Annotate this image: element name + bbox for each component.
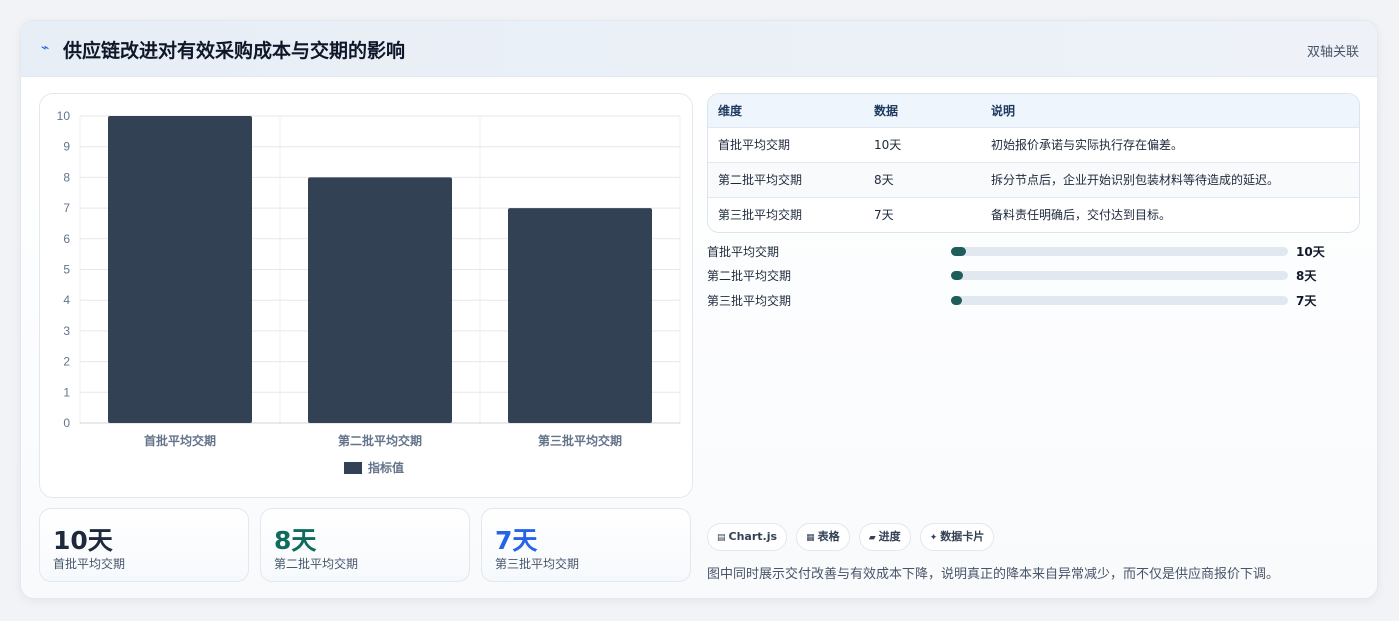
progress-fill [951,296,962,305]
x-tick-label: 第二批平均交期 [338,433,422,448]
progress-icon: ▰ [868,533,876,543]
table-cell: 8天 [874,173,894,187]
table-cell: 首批平均交期 [718,138,791,152]
progress-label: 首批平均交期 [707,245,780,259]
card-header: ⌁ 供应链改进对有效采购成本与交期的影响 双轴关联 [21,21,1377,77]
table-cell: 初始报价承诺与实际执行存在偏差。 [991,138,1184,152]
progress-value: 10天 [1296,245,1325,259]
bar [508,208,652,423]
y-tick-label: 9 [63,140,70,154]
x-tick-label: 第三批平均交期 [538,433,622,448]
dual-axis-tag: 双轴关联 [1306,45,1359,60]
progress-value: 8天 [1296,269,1317,283]
chart-card: ⌁ 供应链改进对有效采购成本与交期的影响 双轴关联 0 1 2 3 4 5 6 7 8 9 10 首批… [20,20,1378,599]
kpi-label: 第二批平均交期 [274,557,359,571]
bar-chart-panel: 0 1 2 3 4 5 6 7 8 9 10 首批平均交期 第二批平均交期 第三批平均交期指标值 [39,93,693,498]
table-cell: 7天 [874,208,894,223]
table-row: 首批平均交期 10天 初始报价承诺与实际执行存在偏差。 [708,127,1359,162]
progress-track [951,296,1288,305]
y-tick-label: 8 [63,170,70,184]
bar [108,116,252,423]
legend-label: 指标值 [368,460,404,475]
column-header-dimension: 维度 [718,103,743,118]
data-table: 维度 数据 说明 首批平均交期 10天 初始报价承诺与实际执行存在偏差。 第二批… [708,94,1359,232]
progress-fill [951,271,964,280]
progress-track [951,271,1288,280]
chip-label: 数据卡片 [940,530,985,543]
y-tick-label: 1 [63,385,70,399]
progress-track [951,247,1288,256]
progress-label: 第三批平均交期 [707,294,792,308]
kpi-value: 10天 [53,526,113,555]
y-tick-label: 0 [63,416,70,430]
chip-label: Chart.js [728,530,778,543]
chip-label: 表格 [817,530,840,543]
y-tick-label: 2 [63,355,70,369]
chip-table[interactable]: ▦ 表格 [796,523,850,551]
table-header-row: 维度 数据 说明 [708,94,1359,127]
kpi-label: 首批平均交期 [53,557,126,571]
y-tick-label: 5 [63,263,70,277]
y-tick-label: 4 [63,293,70,307]
y-tick-label: 6 [63,232,70,246]
progress-fill [951,247,967,256]
card-title: 供应链改进对有效采购成本与交期的影响 [63,40,406,62]
bar [308,177,452,423]
progress-row: 首批平均交期 10天 [707,242,1347,260]
column-header-data: 数据 [874,103,899,118]
kpi-card-third: 7天 第三批平均交期 [481,508,691,582]
sparkle-icon: ✦ [929,533,938,543]
table-row: 第二批平均交期 8天 拆分节点后，企业开始识别包装材料等待造成的延迟。 [708,162,1359,197]
table-cell: 10天 [874,138,902,152]
x-tick-label: 首批平均交期 [144,433,216,448]
data-table-wrapper: 维度 数据 说明 首批平均交期 10天 初始报价承诺与实际执行存在偏差。 第二批… [707,93,1360,233]
chip-progress[interactable]: ▰ 进度 [858,523,911,551]
y-tick-label: 3 [63,324,70,338]
progress-value: 7天 [1296,294,1317,308]
kpi-value: 7天 [495,526,538,555]
card-body: 0 1 2 3 4 5 6 7 8 9 10 首批平均交期 第二批平均交期 第三批平均交期 指标值 10天 … [21,77,1377,598]
feature-chips: ▤ Chart.js ▦ 表格 ▰ 进度 ✦ 数据卡片 [707,523,998,551]
legend-swatch [344,462,362,474]
progress-row: 第三批平均交期 7天 [707,291,1347,309]
chip-label: 进度 [878,530,901,543]
chip-data-cards[interactable]: ✦ 数据卡片 [919,523,995,551]
table-icon: ▦ [806,533,815,543]
table-cell: 拆分节点后，企业开始识别包装材料等待造成的延迟。 [991,173,1280,187]
table-cell: 第三批平均交期 [718,208,803,223]
chip-chartjs[interactable]: ▤ Chart.js [707,523,788,551]
kpi-label: 第三批平均交期 [495,557,580,571]
table-cell: 备料责任明确后，交付达到目标。 [991,208,1172,223]
progress-row: 第二批平均交期 8天 [707,266,1347,284]
chart-icon: ▤ [717,533,726,543]
lightning-icon: ⌁ [41,40,50,56]
y-tick-label: 10 [57,109,71,123]
footnote: 图中同时展示交付改善与有效成本下降，说明真正的降本来自异常减少，而不仅是供应商报… [707,567,1280,582]
kpi-card-first: 10天 首批平均交期 [39,508,249,582]
kpi-value: 8天 [274,526,317,555]
y-tick-label: 7 [63,201,70,215]
progress-label: 第二批平均交期 [707,269,792,283]
column-header-description: 说明 [991,103,1016,118]
table-row: 第三批平均交期 7天 备料责任明确后，交付达到目标。 [708,197,1359,232]
kpi-card-second: 8天 第二批平均交期 [260,508,470,582]
table-cell: 第二批平均交期 [718,173,803,187]
bar-chart: 0 1 2 3 4 5 6 7 8 9 10 首批平均交期 第二批平均交期 第三批平均交期指标值 [57,109,681,475]
